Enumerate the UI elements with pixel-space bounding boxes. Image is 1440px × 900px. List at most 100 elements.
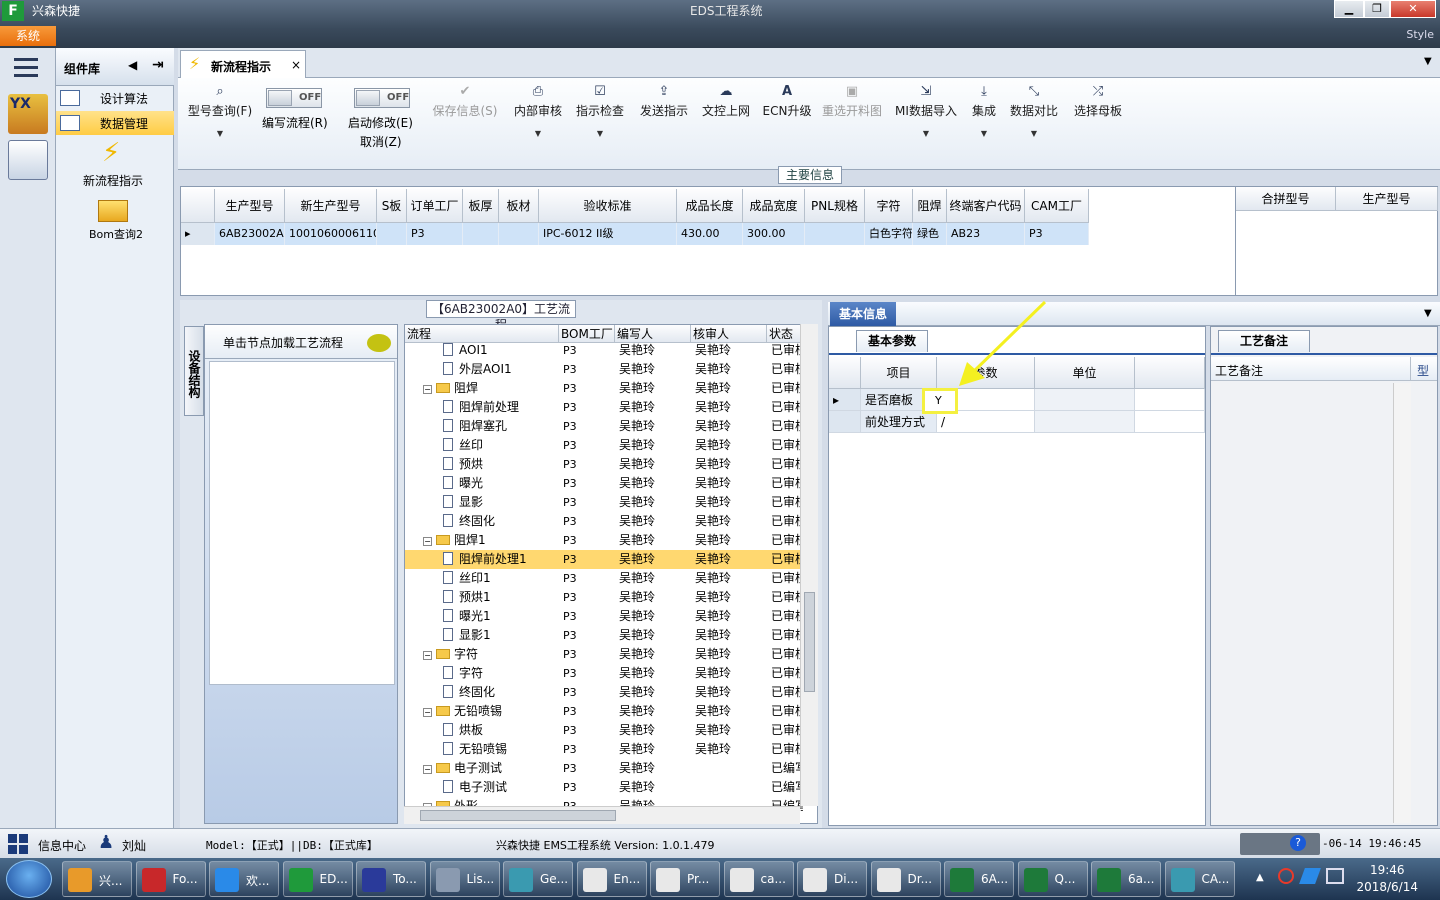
main-col-header[interactable]: 成品长度 [677, 189, 743, 223]
taskbar-item[interactable]: Q... [1017, 861, 1088, 897]
param-col-unit[interactable]: 单位 [1035, 357, 1135, 389]
dropdown-arrow-icon[interactable]: ▼ [184, 129, 256, 138]
main-cell[interactable]: 白色字符 [865, 223, 913, 245]
main-col-header[interactable]: 验收标准 [539, 189, 677, 223]
dropdown-arrow-icon[interactable]: ▼ [894, 129, 958, 138]
main-cell[interactable]: 6AB23002A0 [215, 223, 285, 245]
main-cell[interactable]: 300.00 [743, 223, 805, 245]
help-icon[interactable]: ? [1290, 835, 1306, 851]
ecn-upgrade-button[interactable]: A ECN升级 [762, 84, 812, 119]
edit-flow-toggle[interactable]: OFF [266, 88, 322, 108]
param-col-item[interactable]: 项目 [861, 357, 937, 389]
send-indicator-button[interactable]: ⇪ 发送指示 [638, 84, 690, 119]
main-col-header[interactable]: 成品宽度 [743, 189, 805, 223]
taskbar-item[interactable]: To... [356, 861, 426, 897]
tree-row[interactable]: 终固化 P3 吴艳玲 吴艳玲 已审核 [405, 512, 805, 531]
taskbar-clock[interactable]: 19:46 2018/6/14 [1356, 862, 1418, 896]
dropdown-arrow-icon[interactable]: ▼ [512, 129, 564, 138]
yx-factory-icon[interactable]: YX [8, 94, 48, 134]
main-col-header[interactable]: 生产型号 [215, 189, 285, 223]
taskbar-item[interactable]: Fo... [135, 861, 206, 897]
notes-col-header[interactable]: 工艺备注 [1211, 357, 1411, 381]
integrate-button[interactable]: ⤓ 集成 ▼ [968, 84, 1000, 138]
taskbar-item[interactable]: Dr... [870, 861, 941, 897]
save-info-button[interactable]: ✔ 保存信息(S) [430, 84, 500, 119]
minimize-button[interactable]: ▁ [1334, 0, 1364, 18]
device-structure-tab[interactable]: 设备结构 [184, 326, 204, 416]
main-cell[interactable]: P3 [1025, 223, 1089, 245]
data-compare-button[interactable]: ⤡ 数据对比 ▼ [1008, 84, 1060, 138]
restore-button[interactable]: ❐ [1364, 0, 1390, 18]
taskbar-item[interactable]: ca... [723, 861, 794, 897]
tree-row[interactable]: − 无铅喷锡 P3 吴艳玲 吴艳玲 已审核 [405, 702, 805, 721]
collapse-icon[interactable]: − [423, 765, 432, 774]
tray-app-icon[interactable] [1278, 868, 1294, 884]
main-cell[interactable] [499, 223, 539, 245]
item-new-flow[interactable]: ⚡ 新流程指示 [56, 138, 174, 188]
tree-row[interactable]: 显影1 P3 吴艳玲 吴艳玲 已审核 [405, 626, 805, 645]
main-col-header[interactable]: 终端客户代码 [947, 189, 1025, 223]
system-menu-button[interactable]: 系统 [0, 26, 56, 46]
taskbar-item[interactable]: Lis... [429, 861, 500, 897]
tab-new-flow[interactable]: ⚡ 新流程指示 × [180, 50, 306, 78]
dropdown-arrow-icon[interactable]: ▼ [1008, 129, 1060, 138]
main-col-header[interactable]: 板厚 [463, 189, 499, 223]
tree-row[interactable]: AOI1 P3 吴艳玲 吴艳玲 已审核 [405, 341, 805, 360]
doc-upload-button[interactable]: ☁ 文控上网 [700, 84, 752, 119]
tree-row[interactable]: 终固化 P3 吴艳玲 吴艳玲 已审核 [405, 683, 805, 702]
collapse-left-icon[interactable]: ◀ [128, 58, 137, 72]
hamburger-menu-icon[interactable] [14, 58, 38, 78]
notes-scrollbar[interactable] [1393, 383, 1411, 823]
tree-row[interactable]: 曝光 P3 吴艳玲 吴艳玲 已审核 [405, 474, 805, 493]
tree-row[interactable]: 丝印 P3 吴艳玲 吴艳玲 已审核 [405, 436, 805, 455]
main-col-header[interactable]: 字符 [865, 189, 913, 223]
taskbar-item[interactable]: 兴... [62, 861, 132, 897]
collapse-icon[interactable]: − [423, 385, 432, 394]
main-col-header[interactable]: PNL规格 [805, 189, 865, 223]
param-value[interactable]: / [937, 411, 1035, 433]
nav-data-management[interactable]: 数据管理 [56, 111, 174, 135]
row-indicator[interactable]: ▸ [181, 223, 215, 245]
calculator-icon[interactable] [8, 140, 48, 180]
reselect-material-button[interactable]: ▣ 重选开料图 [820, 84, 884, 119]
main-cell[interactable]: AB23 [947, 223, 1025, 245]
cancel-label[interactable]: 取消(Z) [360, 133, 420, 150]
tree-row[interactable]: − 阻焊1 P3 吴艳玲 吴艳玲 已审核 [405, 531, 805, 550]
collapse-icon[interactable]: − [423, 537, 432, 546]
tab-dropdown-icon[interactable]: ▼ [1424, 56, 1432, 67]
collapse-icon[interactable]: − [423, 651, 432, 660]
param-row[interactable]: ▸是否磨板Y [829, 389, 1205, 411]
tree-row[interactable]: 阻焊前处理1 P3 吴艳玲 吴艳玲 已审核 [405, 550, 805, 569]
tree-horizontal-scrollbar[interactable] [404, 806, 800, 824]
basic-params-tab[interactable]: 基本参数 [856, 330, 928, 352]
tree-row[interactable]: 阻焊前处理 P3 吴艳玲 吴艳玲 已审核 [405, 398, 805, 417]
main-cell[interactable] [377, 223, 407, 245]
dropdown-arrow-icon[interactable]: ▼ [968, 129, 1000, 138]
tree-row[interactable]: 无铅喷锡 P3 吴艳玲 吴艳玲 已审核 [405, 740, 805, 759]
highlighted-value-cell[interactable]: Y [922, 388, 958, 414]
tree-row[interactable]: 显影 P3 吴艳玲 吴艳玲 已审核 [405, 493, 805, 512]
collapse-icon[interactable]: − [423, 708, 432, 717]
taskbar-item[interactable]: 欢... [209, 861, 279, 897]
main-col-header[interactable]: CAM工厂 [1025, 189, 1089, 223]
param-row[interactable]: 前处理方式 / [829, 411, 1205, 433]
main-cell[interactable]: 绿色 [913, 223, 947, 245]
tab-close-button[interactable]: × [291, 58, 301, 72]
tree-row[interactable]: − 电子测试 P3 吴艳玲 已编写 [405, 759, 805, 778]
main-col-header[interactable]: 订单工厂 [407, 189, 463, 223]
node-list[interactable] [209, 361, 395, 685]
close-button[interactable]: ✕ [1390, 0, 1436, 18]
main-cell[interactable]: 430.00 [677, 223, 743, 245]
enable-edit-toggle[interactable]: OFF [354, 88, 410, 108]
merge-model-header[interactable]: 合拼型号 [1236, 187, 1336, 211]
tree-row[interactable]: 烘板 P3 吴艳玲 吴艳玲 已审核 [405, 721, 805, 740]
main-cell[interactable] [805, 223, 865, 245]
nav-design-algorithm[interactable]: 设计算法 [56, 86, 174, 110]
taskbar-item[interactable]: CA... [1164, 861, 1235, 897]
production-model-header[interactable]: 生产型号 [1336, 187, 1438, 211]
main-col-header[interactable]: S板 [377, 189, 407, 223]
internal-review-button[interactable]: ⎙ 内部审核 ▼ [512, 84, 564, 138]
panel-dropdown-icon[interactable]: ▼ [1424, 308, 1432, 319]
tree-row[interactable]: − 阻焊 P3 吴艳玲 吴艳玲 已审核 [405, 379, 805, 398]
process-notes-tab[interactable]: 工艺备注 [1218, 330, 1310, 352]
